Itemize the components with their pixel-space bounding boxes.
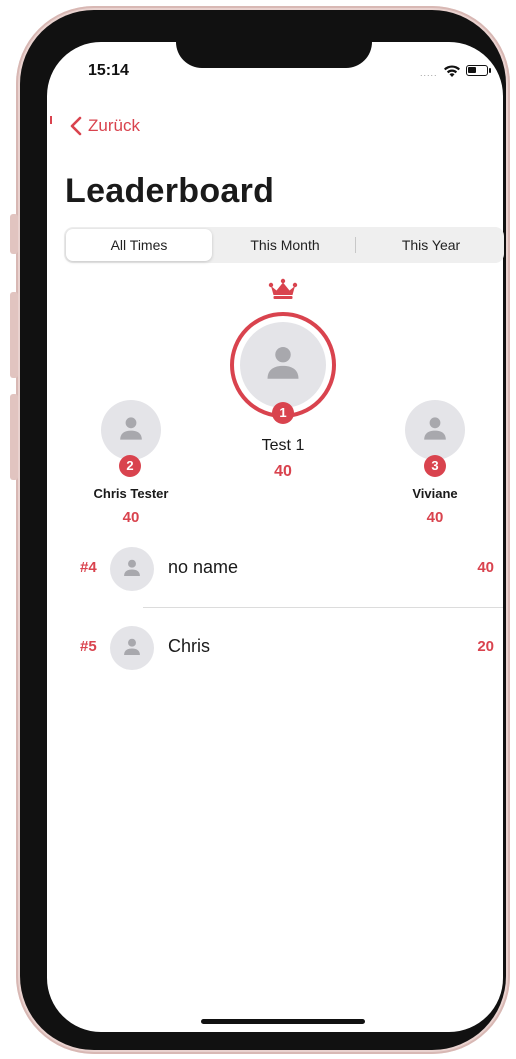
battery-icon <box>466 65 488 76</box>
wifi-icon <box>444 65 460 77</box>
chevron-left-icon <box>70 116 82 136</box>
third-place-avatar[interactable] <box>405 400 465 460</box>
player-name: no name <box>168 557 239 577</box>
person-placeholder-icon <box>124 559 140 577</box>
rank-badge-1: 1 <box>272 402 294 424</box>
list-item[interactable]: #5 Chris 20 <box>64 624 504 672</box>
third-place-score: 40 <box>426 509 444 526</box>
person-placeholder-icon <box>120 417 142 440</box>
player-score: 20 <box>477 638 494 655</box>
mute-switch <box>10 214 18 254</box>
third-place-name: Viviane <box>412 486 458 501</box>
notch <box>176 42 372 68</box>
rank-label: #5 <box>80 638 97 655</box>
status-time: 15:14 <box>88 62 129 79</box>
battery-cap <box>489 68 491 73</box>
back-label: Zurück <box>88 116 140 135</box>
person-placeholder-icon <box>124 638 140 656</box>
crown-icon <box>268 278 298 299</box>
back-button[interactable]: Zurück <box>70 116 140 136</box>
period-segmented-control: All Times This Month This Year <box>64 227 504 263</box>
segment-divider <box>355 237 356 253</box>
player-name: Chris <box>168 636 211 656</box>
person-placeholder-icon <box>267 346 299 379</box>
status-icons: ..... <box>420 64 496 78</box>
list-item[interactable]: #4 no name 40 <box>64 545 504 593</box>
volume-up-button <box>10 292 18 378</box>
home-indicator[interactable] <box>201 1019 365 1024</box>
second-place-score: 40 <box>122 509 140 526</box>
rank-label: #4 <box>80 559 97 576</box>
avatar <box>110 547 154 591</box>
volume-down-button <box>10 394 18 480</box>
second-place-avatar[interactable] <box>101 400 161 460</box>
tab-this-month[interactable]: This Month <box>212 229 358 261</box>
player-score: 40 <box>477 559 494 576</box>
avatar <box>110 626 154 670</box>
rank-badge-2: 2 <box>119 455 141 477</box>
signal-dots: ..... <box>420 68 438 78</box>
row-divider <box>143 607 503 608</box>
edge-marker <box>50 116 52 124</box>
tab-all-times[interactable]: All Times <box>66 229 212 261</box>
page-title: Leaderboard <box>65 172 275 210</box>
first-place-avatar[interactable] <box>240 322 326 408</box>
person-placeholder-icon <box>424 417 446 440</box>
first-place-name: Test 1 <box>261 437 305 454</box>
rank-badge-3: 3 <box>424 455 446 477</box>
second-place-name: Chris Tester <box>93 486 169 501</box>
first-place-score: 40 <box>274 463 292 480</box>
tab-this-year[interactable]: This Year <box>358 229 504 261</box>
